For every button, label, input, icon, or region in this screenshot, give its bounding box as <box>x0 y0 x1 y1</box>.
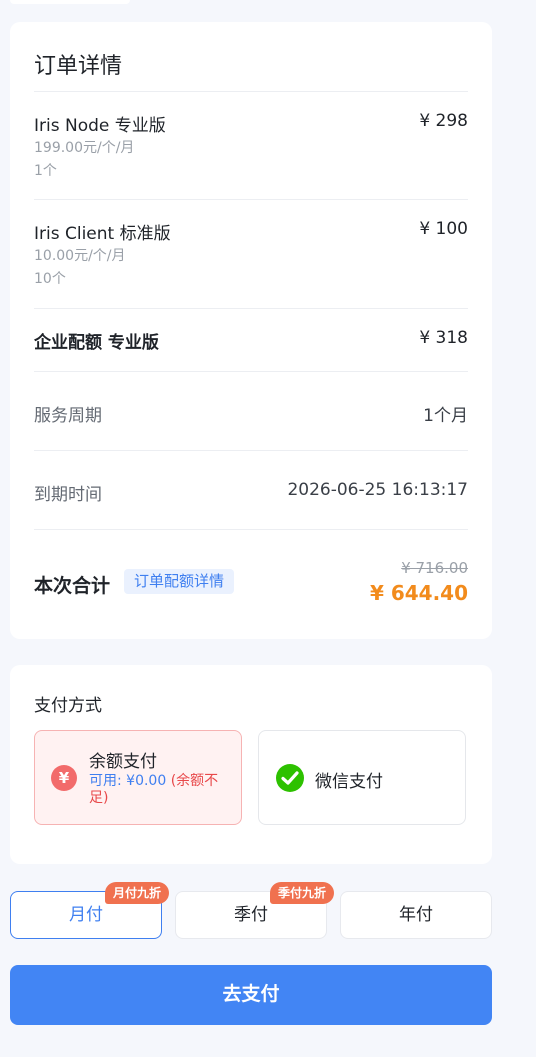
item-name-iris-client: Iris Client 标准版 <box>34 224 171 244</box>
total-label: 本次合计 <box>34 575 111 597</box>
item-price-enterprise-quota: ¥ 318 <box>419 328 468 348</box>
order-details-card: 订单详情 Iris Node 专业版 ¥ 298 199.00元/个/月 1个 … <box>10 22 492 639</box>
item-unit-price-iris-node: 199.00元/个/月 <box>34 140 135 156</box>
service-period-label: 服务周期 <box>34 406 102 426</box>
yen-icon: ¥ <box>51 765 77 791</box>
original-price: ¥ 716.00 <box>401 559 468 577</box>
final-price: ¥ 644.40 <box>369 581 468 605</box>
billing-cycle-yearly-button[interactable]: 年付 <box>340 891 492 939</box>
balance-payment-label: 余额支付 <box>89 752 157 772</box>
wechat-payment-option[interactable]: 微信支付 <box>258 730 466 825</box>
expire-time-value: 2026-06-25 16:13:17 <box>287 480 468 500</box>
go-pay-button[interactable]: 去支付 <box>10 965 492 1025</box>
previous-card-edge <box>10 0 130 4</box>
payment-method-title: 支付方式 <box>34 696 102 716</box>
expire-time-label: 到期时间 <box>34 485 102 505</box>
order-quota-details-link[interactable]: 订单配额详情 <box>124 569 235 594</box>
item-price-iris-node: ¥ 298 <box>419 111 468 131</box>
item-quantity-iris-client: 10个 <box>34 271 66 287</box>
wechat-icon <box>276 764 304 792</box>
item-name-enterprise-quota: 企业配额 专业版 <box>34 333 159 353</box>
service-period-value: 1个月 <box>423 406 468 426</box>
divider <box>34 199 468 200</box>
divider <box>34 91 468 92</box>
divider <box>34 529 468 530</box>
divider <box>34 450 468 451</box>
quarterly-discount-badge: 季付九折 <box>270 882 335 904</box>
balance-payment-option[interactable]: ¥ 余额支付 可用: ¥0.00 (余额不足) <box>34 730 242 825</box>
balance-info: 可用: ¥0.00 (余额不足) <box>89 773 229 807</box>
divider <box>34 371 468 372</box>
balance-available: 可用: ¥0.00 <box>89 773 167 789</box>
item-name-iris-node: Iris Node 专业版 <box>34 116 166 136</box>
item-unit-price-iris-client: 10.00元/个/月 <box>34 248 126 264</box>
wechat-payment-label: 微信支付 <box>315 772 383 792</box>
item-quantity-iris-node: 1个 <box>34 163 57 179</box>
payment-method-card: 支付方式 ¥ 余额支付 可用: ¥0.00 (余额不足) 微信支付 <box>10 665 492 864</box>
monthly-discount-badge: 月付九折 <box>105 882 170 904</box>
item-price-iris-client: ¥ 100 <box>419 219 468 239</box>
order-details-title: 订单详情 <box>34 54 123 79</box>
divider <box>34 308 468 309</box>
